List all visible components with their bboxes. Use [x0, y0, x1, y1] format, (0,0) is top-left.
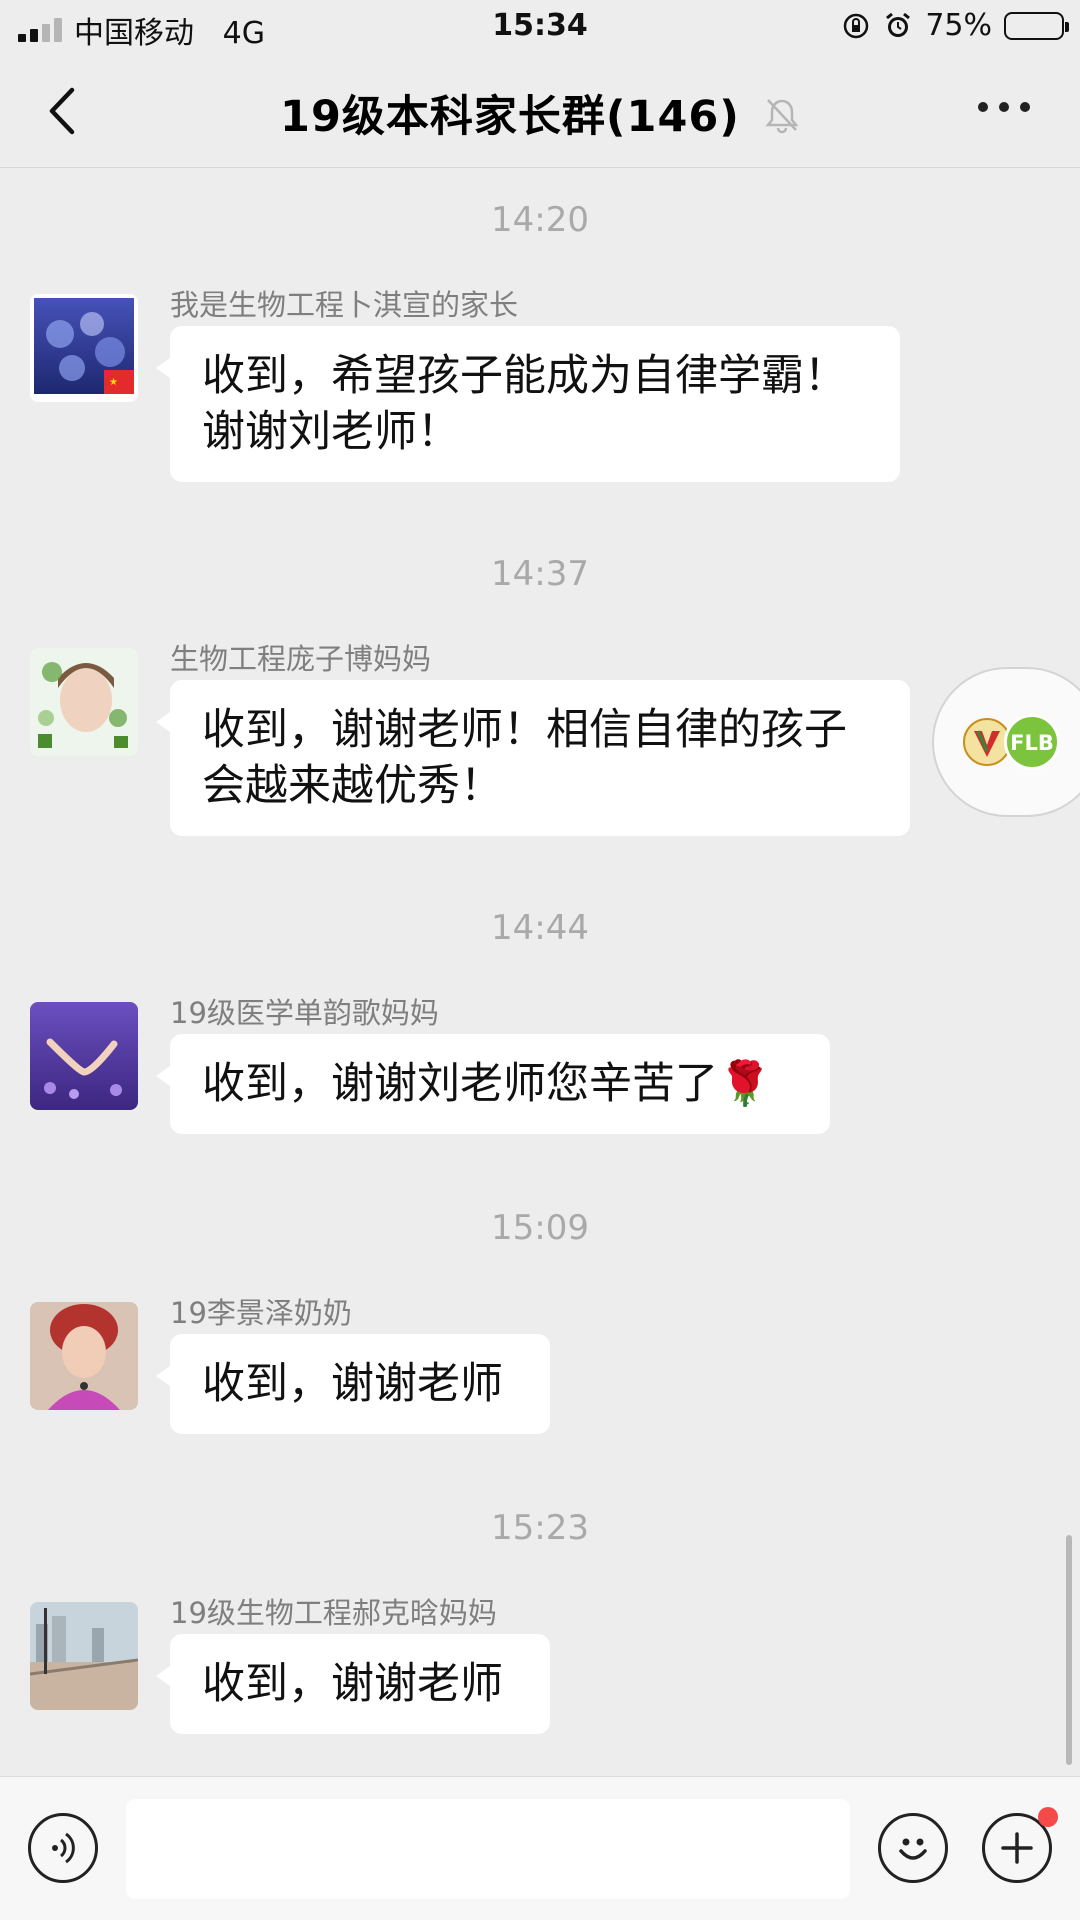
chat-title-text: 19级本科家长群(146) [280, 92, 740, 142]
notification-dot [1038, 1807, 1058, 1827]
message-bubble[interactable]: 收到，谢谢老师！相信自律的孩子 会越来越优秀！ [156, 680, 910, 836]
battery-percent: 75% [925, 8, 992, 43]
flb-logo: FLB [1004, 714, 1060, 770]
message-text: 收到，希望孩子能成为自律学霸！ [202, 351, 847, 401]
status-bar: 中国移动 4G 15:34 75% [0, 0, 1080, 54]
more-dots-icon [978, 102, 988, 112]
message-text: 收到，谢谢老师 [202, 1359, 503, 1409]
message-text: 收到，谢谢老师！相信自律的孩子 [202, 705, 847, 755]
plus-icon [1001, 1832, 1033, 1864]
message-text: 会越来越优秀！ [202, 761, 503, 811]
sender-name: 我是生物工程卜淇宣的家长 [170, 288, 519, 322]
avatar[interactable] [30, 648, 138, 756]
message-timestamp: 15:23 [491, 1508, 589, 1548]
input-bar [0, 1776, 1080, 1920]
voice-button[interactable] [28, 1813, 98, 1883]
message-timestamp: 14:20 [491, 200, 589, 240]
message-text: 谢谢刘老师！ [202, 407, 460, 457]
message-text: 收到，谢谢老师 [202, 1659, 503, 1709]
message-bubble[interactable]: 收到，希望孩子能成为自律学霸！ 谢谢刘老师！ [156, 326, 900, 482]
message-text: 收到，谢谢刘老师您辛苦了🌹 [202, 1059, 772, 1109]
sender-name: 生物工程庞子博妈妈 [170, 642, 432, 676]
alarm-icon [883, 11, 913, 41]
avatar[interactable]: ★ [30, 294, 138, 402]
chat-title: 19级本科家长群(146) [0, 82, 1080, 145]
chat-area[interactable]: 14:20 ★ 我是生物工程卜淇宣的家长 收到，希望孩子能成为自律学霸！ 谢谢刘… [0, 168, 1080, 1776]
avatar[interactable] [30, 1602, 138, 1710]
mute-bell-icon [764, 95, 800, 145]
sender-name: 19李景泽奶奶 [170, 1296, 352, 1330]
message-bubble[interactable]: 收到，谢谢老师 [156, 1634, 550, 1734]
message-input[interactable] [126, 1799, 850, 1899]
mini-program-float-button[interactable]: FLB [932, 667, 1080, 817]
battery-icon [1004, 11, 1069, 40]
nav-bar: 19级本科家长群(146) [0, 54, 1080, 168]
emoji-icon [899, 1838, 927, 1860]
sender-name: 19级生物工程郝克晗妈妈 [170, 1596, 497, 1630]
emoji-button[interactable] [878, 1813, 948, 1883]
message-timestamp: 14:37 [491, 554, 589, 594]
more-button[interactable] [978, 102, 1030, 112]
voice-icon [52, 1832, 75, 1864]
rotation-lock-icon [841, 11, 871, 41]
svg-text:★: ★ [109, 377, 118, 388]
scrollbar[interactable] [1066, 1535, 1072, 1765]
sender-name: 19级医学单韵歌妈妈 [170, 996, 439, 1030]
message-bubble[interactable]: 收到，谢谢老师 [156, 1334, 550, 1434]
avatar[interactable] [30, 1002, 138, 1110]
message-bubble[interactable]: 收到，谢谢刘老师您辛苦了🌹 [156, 1034, 830, 1134]
avatar[interactable] [30, 1302, 138, 1410]
message-timestamp: 14:44 [491, 908, 589, 948]
message-timestamp: 15:09 [491, 1208, 589, 1248]
